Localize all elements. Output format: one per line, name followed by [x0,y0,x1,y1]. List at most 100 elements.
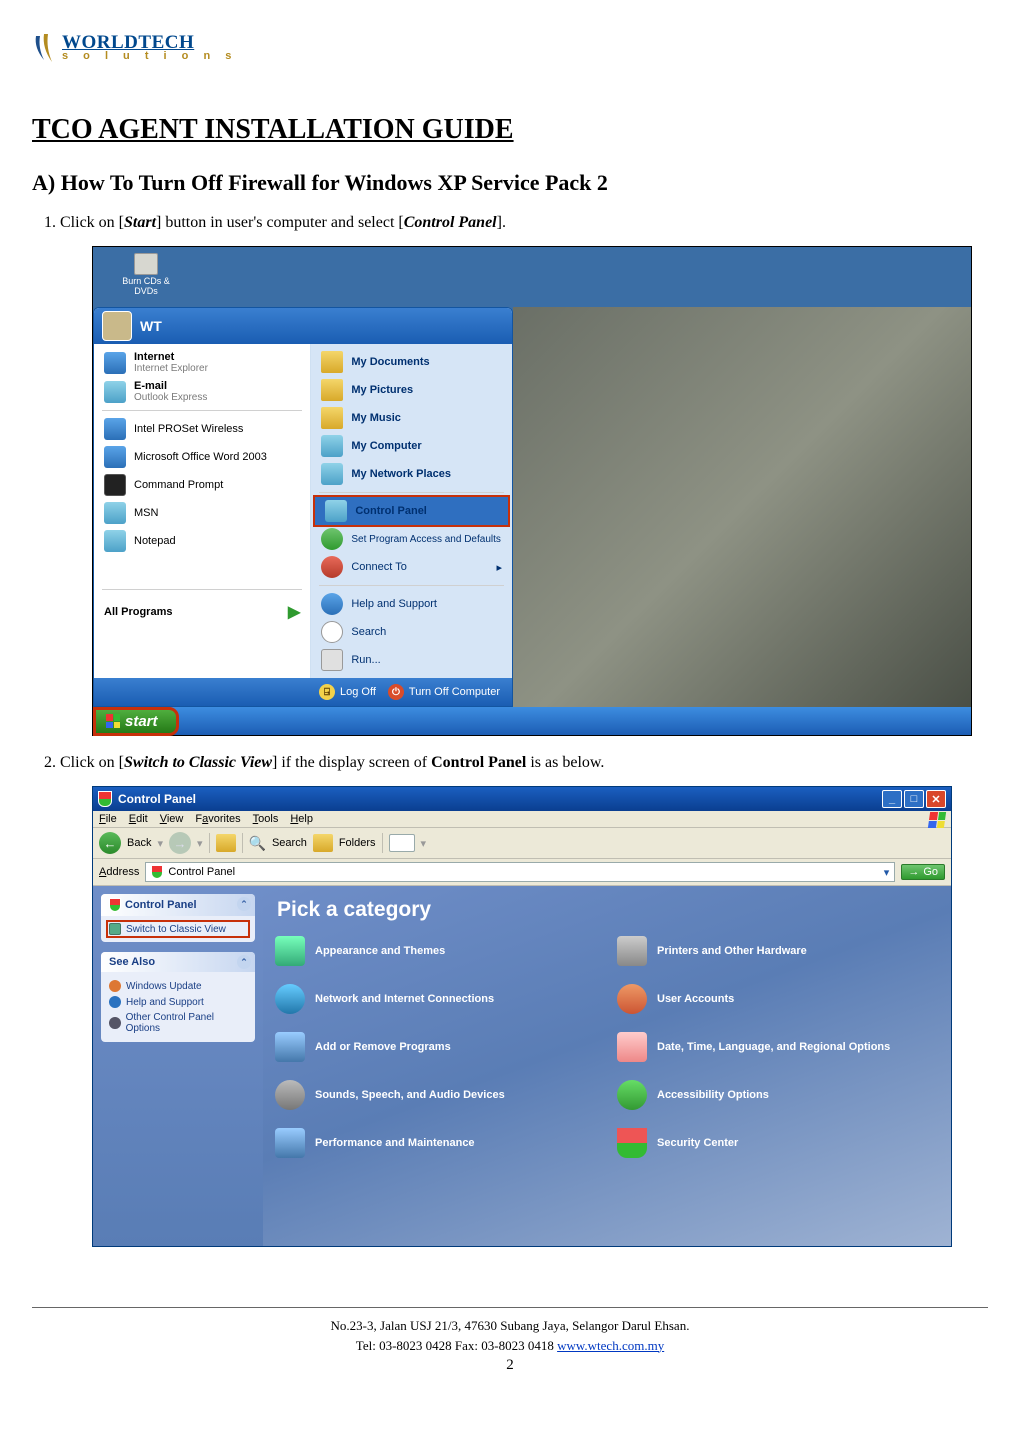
go-button[interactable]: →Go [901,864,945,880]
notepad-icon [104,530,126,552]
forward-button[interactable]: → [169,832,191,854]
desktop-icon-burn[interactable]: Burn CDs & DVDs [111,253,181,297]
startmenu-search[interactable]: Search [311,618,512,646]
windows-flag-icon [106,714,120,728]
startmenu-mycomputer[interactable]: My Computer [311,432,512,460]
minimize-button[interactable]: _ [882,790,902,808]
start-button[interactable]: start [93,707,179,736]
logoff-icon: ⍈ [319,684,335,700]
footer-url[interactable]: www.wtech.com.my [557,1338,664,1353]
cat-appearance[interactable]: Appearance and Themes [275,936,597,966]
startmenu-run[interactable]: Run... [311,646,512,674]
side-panel-controlpanel-header[interactable]: Control Panel ⌃ [101,894,255,916]
startmenu-notepad[interactable]: Notepad [94,527,310,555]
search-icon [321,621,343,643]
logo-icon [32,30,60,64]
printers-icon [617,936,647,966]
other-cp-options-link[interactable]: Other Control Panel Options [109,1010,247,1036]
cat-accessibility[interactable]: Accessibility Options [617,1080,939,1110]
menubar: File Edit View Favorites Tools Help [93,811,951,828]
startmenu-email[interactable]: E-mailOutlook Express [94,377,310,406]
back-button[interactable]: ← [99,832,121,854]
menu-help[interactable]: Help [290,813,313,825]
step-1: Click on [Start] button in user's comput… [60,214,988,232]
startmenu-all-programs[interactable]: All Programs ▶ [94,594,310,630]
startmenu-network[interactable]: My Network Places [311,460,512,488]
startmenu-header: WT [94,308,512,344]
other-icon [109,1017,121,1029]
side-panel-seealso-header[interactable]: See Also ⌃ [101,952,255,972]
startmenu-mypics[interactable]: My Pictures [311,376,512,404]
screenshot-control-panel: Control Panel _ □ ✕ File Edit View Favor… [92,786,952,1247]
help-icon [109,996,121,1008]
startmenu-connect[interactable]: Connect To▸ [311,553,512,581]
views-button[interactable] [389,834,415,852]
screenshot-start-menu: Burn CDs & DVDs WT InternetInternet Expl… [92,246,972,736]
cat-printers[interactable]: Printers and Other Hardware [617,936,939,966]
startmenu-internet[interactable]: InternetInternet Explorer [94,348,310,377]
ie-icon [104,352,126,374]
datetime-icon [617,1032,647,1062]
performance-icon [275,1128,305,1158]
startmenu-defaults[interactable]: Set Program Access and Defaults [311,525,512,553]
logo-company-text: WORLDTECH [62,33,237,52]
startmenu-mymusic[interactable]: My Music [311,404,512,432]
cat-performance[interactable]: Performance and Maintenance [275,1128,597,1158]
menu-view[interactable]: View [160,813,184,825]
startmenu-proset[interactable]: Intel PROSet Wireless [94,415,310,443]
page-footer: No.23-3, Jalan USJ 21/3, 47630 Subang Ja… [32,1316,988,1355]
address-bar[interactable]: Control Panel ▾ [145,862,895,882]
startmenu-mydocs[interactable]: My Documents [311,348,512,376]
cat-network[interactable]: Network and Internet Connections [275,984,597,1014]
menu-edit[interactable]: Edit [129,813,148,825]
switch-to-classic-view[interactable]: Switch to Classic View [106,920,250,938]
startmenu-help[interactable]: Help and Support [311,590,512,618]
turnoff-button[interactable]: ⏻Turn Off Computer [388,684,500,700]
power-icon: ⏻ [388,684,404,700]
accessibility-icon [617,1080,647,1110]
logoff-button[interactable]: ⍈Log Off [319,684,376,700]
search-button[interactable]: Search [272,837,307,849]
network-icon [275,984,305,1014]
cat-addremove[interactable]: Add or Remove Programs [275,1032,597,1062]
msn-icon [104,502,126,524]
cat-sounds[interactable]: Sounds, Speech, and Audio Devices [275,1080,597,1110]
help-support-link[interactable]: Help and Support [109,994,247,1010]
startmenu-word[interactable]: Microsoft Office Word 2003 [94,443,310,471]
menu-tools[interactable]: Tools [253,813,279,825]
switch-icon [109,923,121,935]
menu-favorites[interactable]: Favorites [195,813,240,825]
cat-datetime[interactable]: Date, Time, Language, and Regional Optio… [617,1032,939,1062]
addremove-icon [275,1032,305,1062]
startmenu-cmd[interactable]: Command Prompt [94,471,310,499]
close-button[interactable]: ✕ [926,790,946,808]
desktop-wallpaper [513,307,971,707]
logo-subtext: s o l u t i o n s [62,51,237,62]
chevron-up-icon: ⌃ [237,897,251,911]
cat-security[interactable]: Security Center [617,1128,939,1158]
help-icon [321,593,343,615]
folders-button[interactable]: Folders [339,837,376,849]
startmenu-control-panel[interactable]: Control Panel [313,495,510,527]
users-icon [617,984,647,1014]
menu-file[interactable]: File [99,813,117,825]
cat-users[interactable]: User Accounts [617,984,939,1014]
startmenu-msn[interactable]: MSN [94,499,310,527]
maximize-button[interactable]: □ [904,790,924,808]
folder-icon [321,407,343,429]
page-number: 2 [32,1357,988,1374]
user-name: WT [140,318,162,334]
footer-tel: Tel: 03-8023 0428 Fax: 03-8023 0418 [356,1338,557,1353]
controlpanel-title-icon [98,791,112,807]
windows-update-link[interactable]: Windows Update [109,978,247,994]
run-icon [321,649,343,671]
pick-category-heading: Pick a category [275,892,939,936]
sounds-icon [275,1080,305,1110]
up-icon[interactable] [216,834,236,852]
computer-icon [321,435,343,457]
taskbar: start [93,707,179,735]
defaults-icon [321,528,343,550]
burn-icon [134,253,158,275]
folder-icon [321,351,343,373]
controlpanel-icon [325,500,347,522]
